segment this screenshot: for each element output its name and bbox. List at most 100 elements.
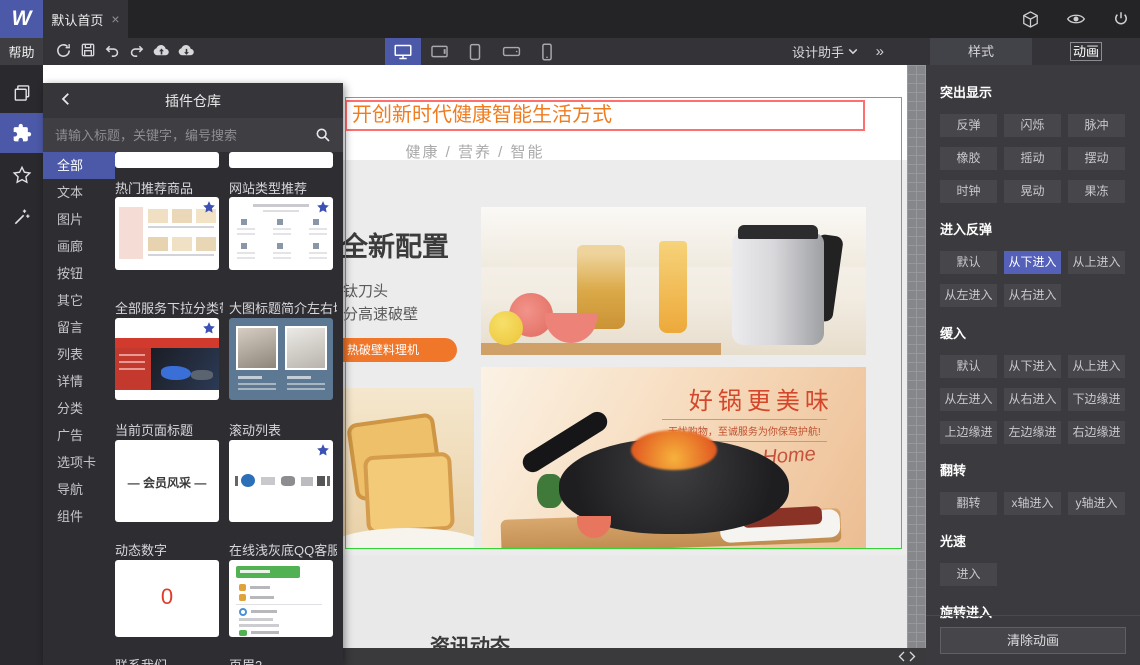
feature-line1[interactable]: 钛刀头	[343, 280, 388, 301]
plugin-item-label[interactable]: 大图标题简介左右切...	[229, 298, 337, 317]
anim-button[interactable]: 摇动	[1004, 147, 1061, 170]
star-badge-icon[interactable]	[316, 200, 330, 214]
anim-button[interactable]: 右边缘进	[1068, 421, 1125, 444]
design-wand-icon[interactable]	[0, 197, 43, 237]
plugin-card-qq-service[interactable]	[229, 560, 333, 637]
tab-animation[interactable]: 动画	[1032, 38, 1140, 65]
category-item[interactable]: 全部	[43, 152, 115, 179]
anim-button[interactable]: 进入	[940, 563, 997, 586]
download-cloud-icon[interactable]	[177, 42, 196, 61]
anim-button[interactable]: 下边缘进	[1068, 388, 1125, 411]
anim-button[interactable]: 翻转	[940, 492, 997, 515]
anim-button[interactable]: 默认	[940, 251, 997, 274]
plugin-item-label[interactable]: 热门推荐商品	[115, 178, 223, 197]
help-button[interactable]: 帮助	[0, 38, 43, 65]
plugin-card-partial[interactable]	[115, 152, 219, 168]
upload-cloud-icon[interactable]	[152, 42, 171, 61]
anim-button[interactable]: 从上进入	[1068, 251, 1125, 274]
plugin-card-page-title[interactable]: — 会员风采 —	[115, 440, 219, 522]
tab-style[interactable]: 样式	[930, 38, 1032, 65]
tab-close-icon[interactable]: ×	[111, 11, 119, 27]
category-item[interactable]: 分类	[43, 395, 115, 422]
anim-button[interactable]: 摆动	[1068, 147, 1125, 170]
anim-button[interactable]: 时钟	[940, 180, 997, 203]
category-item[interactable]: 组件	[43, 503, 115, 530]
star-badge-icon[interactable]	[202, 200, 216, 214]
anim-button[interactable]: 果冻	[1068, 180, 1125, 203]
anim-button[interactable]: 橡胶	[940, 147, 997, 170]
redo-icon[interactable]	[128, 42, 147, 61]
anim-button[interactable]: 上边缘进	[940, 421, 997, 444]
category-item[interactable]: 文本	[43, 179, 115, 206]
plugin-item-label[interactable]: 全部服务下拉分类带...	[115, 298, 223, 317]
category-item[interactable]: 列表	[43, 341, 115, 368]
hero-title-element[interactable]: 开创新时代健康智能生活方式	[345, 100, 865, 131]
design-assistant-dropdown[interactable]: 设计助手	[792, 38, 858, 65]
refresh-icon[interactable]	[55, 42, 74, 61]
toast-photo[interactable]	[343, 388, 474, 548]
plugin-card-scroll-list[interactable]	[229, 440, 333, 522]
feature-line2[interactable]: 分高速破壁	[343, 303, 418, 324]
plugin-item-label[interactable]: 动态数字	[115, 540, 223, 559]
plugin-card-image-slider[interactable]	[229, 318, 333, 400]
anim-button[interactable]: 反弹	[940, 114, 997, 137]
hero-subtitle[interactable]: 健康 / 营养 / 智能	[405, 141, 544, 162]
plugin-item-label[interactable]: 网站类型推荐	[229, 178, 337, 197]
anim-button[interactable]: y轴进入	[1068, 492, 1125, 515]
plugin-item-label[interactable]: 当前页面标题	[115, 420, 223, 439]
plugin-item-label[interactable]: 在线浅灰底QQ客服	[229, 540, 337, 559]
page-tab[interactable]: 默认首页 ×	[43, 0, 128, 38]
anim-button[interactable]: 默认	[940, 355, 997, 378]
favorites-star-icon[interactable]	[0, 155, 43, 195]
anim-button[interactable]: 闪烁	[1004, 114, 1061, 137]
plugin-item-label[interactable]: 联系我们	[115, 655, 223, 665]
device-phone-portrait-button[interactable]	[529, 38, 565, 65]
category-item[interactable]: 按钮	[43, 260, 115, 287]
plugin-item-label[interactable]: 滚动列表	[229, 420, 337, 439]
app-logo[interactable]: W	[0, 0, 43, 38]
category-item[interactable]: 选项卡	[43, 449, 115, 476]
anim-button[interactable]: 脉冲	[1068, 114, 1125, 137]
plugin-card-hot-products[interactable]	[115, 197, 219, 270]
kettle-photo[interactable]	[481, 207, 866, 355]
device-desktop-button[interactable]	[385, 38, 421, 65]
pages-icon[interactable]	[0, 73, 43, 113]
anim-button[interactable]: 从左进入	[940, 284, 997, 307]
components-cube-icon[interactable]	[1021, 10, 1040, 29]
category-item[interactable]: 广告	[43, 422, 115, 449]
collapse-panel-icon[interactable]: »	[876, 38, 884, 65]
plugins-puzzle-icon[interactable]	[0, 113, 43, 153]
category-item[interactable]: 导航	[43, 476, 115, 503]
star-badge-icon[interactable]	[202, 321, 216, 335]
anim-button[interactable]: 从右进入	[1004, 284, 1061, 307]
preview-eye-icon[interactable]	[1066, 11, 1086, 27]
anim-button[interactable]: 从上进入	[1068, 355, 1125, 378]
anim-button[interactable]: 晃动	[1004, 180, 1061, 203]
plugin-search-input[interactable]	[43, 127, 303, 143]
clear-animation-button[interactable]: 清除动画	[940, 627, 1126, 654]
device-tablet-landscape-button[interactable]	[421, 38, 457, 65]
category-item[interactable]: 其它	[43, 287, 115, 314]
feature-badge[interactable]: 热破壁料理机	[343, 338, 457, 362]
feature-heading[interactable]: 全新配置	[341, 225, 449, 264]
plugin-card-site-types[interactable]	[229, 197, 333, 270]
undo-icon[interactable]	[104, 42, 123, 61]
device-phone-landscape-button[interactable]	[493, 38, 529, 65]
anim-button-selected[interactable]: 从下进入	[1004, 251, 1061, 274]
anim-button[interactable]: 从左进入	[940, 388, 997, 411]
save-icon[interactable]	[80, 42, 99, 61]
category-item[interactable]: 图片	[43, 206, 115, 233]
category-item[interactable]: 详情	[43, 368, 115, 395]
back-icon[interactable]	[57, 90, 75, 108]
wok-banner-photo[interactable]: 好锅更美味 无忧购物，至诚服务为你保驾护航! Warm Home	[481, 367, 866, 548]
plugin-card-dynamic-number[interactable]: 0	[115, 560, 219, 637]
anim-button[interactable]: 左边缘进	[1004, 421, 1061, 444]
power-icon[interactable]	[1112, 10, 1130, 28]
code-icon[interactable]	[898, 650, 916, 663]
plugin-item-label[interactable]: 页眉2	[229, 655, 337, 665]
category-item[interactable]: 画廊	[43, 233, 115, 260]
device-tablet-portrait-button[interactable]	[457, 38, 493, 65]
anim-button[interactable]: 从右进入	[1004, 388, 1061, 411]
search-icon[interactable]	[303, 127, 343, 143]
category-item[interactable]: 留言	[43, 314, 115, 341]
